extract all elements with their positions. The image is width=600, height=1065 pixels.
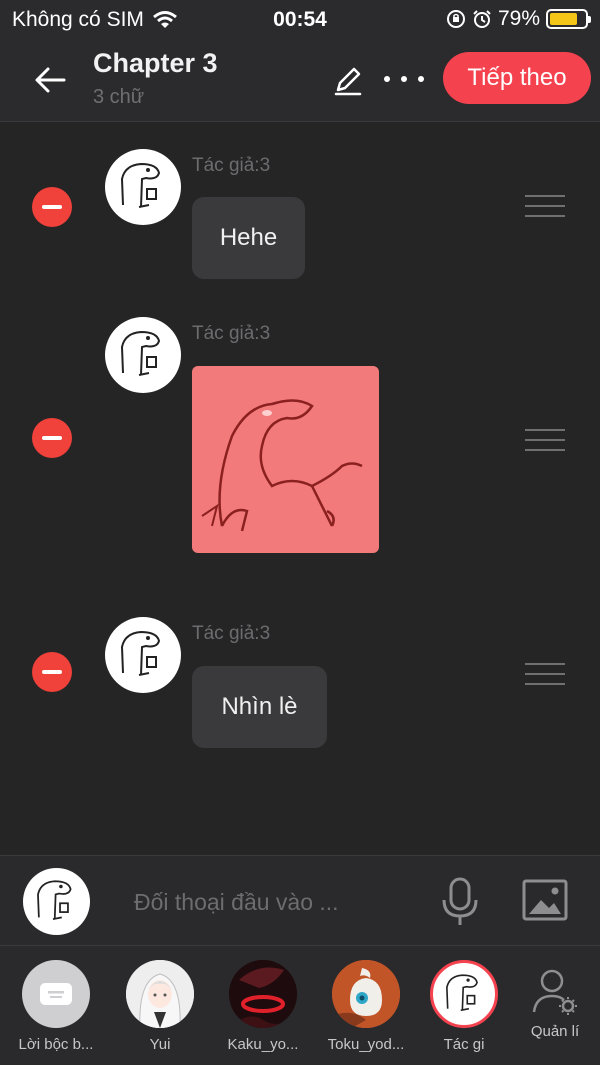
author-label: Tác giả:3 [192, 323, 271, 344]
avatar [229, 960, 297, 1028]
drag-line [525, 439, 565, 441]
author-avatar-icon [120, 630, 161, 676]
drag-line [525, 205, 565, 207]
edit-button[interactable] [330, 62, 366, 98]
insert-image-button[interactable] [521, 878, 569, 922]
narration-icon [40, 983, 72, 1005]
message-item: Tác giả:3 [0, 303, 600, 603]
author-avatar-icon [446, 974, 478, 1012]
more-button[interactable] [384, 64, 424, 94]
drag-handle[interactable] [525, 663, 565, 685]
drag-handle[interactable] [525, 195, 565, 217]
avatar[interactable] [105, 617, 181, 693]
microphone-icon [442, 877, 478, 925]
yui-avatar-image [126, 960, 194, 1028]
dialog-input[interactable] [134, 882, 414, 922]
avatar[interactable] [105, 317, 181, 393]
author-avatar-icon [120, 162, 161, 208]
kaku-avatar-image [229, 960, 297, 1028]
drag-line [525, 195, 565, 197]
status-right: 79% [446, 7, 591, 31]
author-avatar-icon [120, 330, 161, 376]
delete-message-button[interactable] [32, 418, 72, 458]
toku-avatar-image [332, 960, 400, 1028]
drawing-image [201, 399, 363, 532]
input-bar [0, 855, 600, 946]
pencil-icon [334, 67, 362, 96]
character-name: Toku_yod... [327, 1036, 405, 1053]
drag-line [525, 673, 565, 675]
arrow-left-icon [35, 67, 66, 93]
character-bar: Lời bộc b... Yui Kaku_yo... Toku_yod... … [0, 946, 600, 1065]
narration-avatar [22, 960, 90, 1028]
more-icon-dot [418, 76, 424, 82]
drag-handle[interactable] [525, 429, 565, 451]
current-speaker-avatar[interactable] [23, 868, 90, 935]
more-icon-dot [401, 76, 407, 82]
drag-line [525, 683, 565, 685]
microphone-button[interactable] [440, 876, 480, 928]
word-count: 3 chữ [93, 86, 145, 108]
author-avatar-icon [37, 880, 72, 920]
author-label: Tác giả:3 [192, 623, 271, 644]
message-bubble[interactable]: Hehe [192, 197, 305, 279]
battery-icon [546, 9, 591, 29]
avatar [126, 960, 194, 1028]
manage-characters-button[interactable]: Quản lí [520, 968, 590, 1040]
user-settings-icon [532, 969, 577, 1015]
manage-label: Quản lí [530, 1023, 580, 1040]
avatar [332, 960, 400, 1028]
image-icon [522, 879, 568, 921]
status-bar: Không có SIM 00:54 79% [0, 0, 600, 40]
rotation-lock-icon [446, 10, 465, 28]
avatar [430, 960, 498, 1028]
character-name: Yui [149, 1036, 171, 1053]
drag-line [525, 449, 565, 451]
battery-fill [550, 13, 577, 25]
editor-header: Chapter 3 3 chữ Tiếp theo [0, 40, 600, 122]
character-name: Lời bộc b... [18, 1036, 94, 1053]
character-kaku[interactable]: Kaku_yo... [213, 960, 313, 1053]
drag-line [525, 663, 565, 665]
character-toku[interactable]: Toku_yod... [316, 960, 416, 1053]
avatar[interactable] [105, 149, 181, 225]
drag-line [525, 215, 565, 217]
drag-line [525, 429, 565, 431]
back-button[interactable] [30, 60, 70, 100]
character-author[interactable]: Tác gi [414, 960, 514, 1053]
message-list: Tác giả:3 Hehe Tác giả:3 Tác giả:3 Nhìn … [0, 123, 600, 855]
character-narration[interactable]: Lời bộc b... [6, 960, 106, 1053]
battery-percent: 79% [497, 7, 540, 30]
character-name: Kaku_yo... [227, 1036, 299, 1053]
message-item: Tác giả:3 Hehe [0, 123, 600, 303]
delete-message-button[interactable] [32, 187, 72, 227]
delete-message-button[interactable] [32, 652, 72, 692]
author-label: Tác giả:3 [192, 155, 271, 176]
message-image[interactable] [192, 366, 379, 553]
message-item: Tác giả:3 Nhìn lè [0, 603, 600, 783]
next-button[interactable]: Tiếp theo [443, 52, 591, 104]
message-bubble[interactable]: Nhìn lè [192, 666, 327, 748]
alarm-icon [473, 10, 491, 28]
character-name: Tác gi [443, 1036, 485, 1053]
character-yui[interactable]: Yui [110, 960, 210, 1053]
more-icon-dot [384, 76, 390, 82]
chapter-title: Chapter 3 [93, 48, 218, 78]
